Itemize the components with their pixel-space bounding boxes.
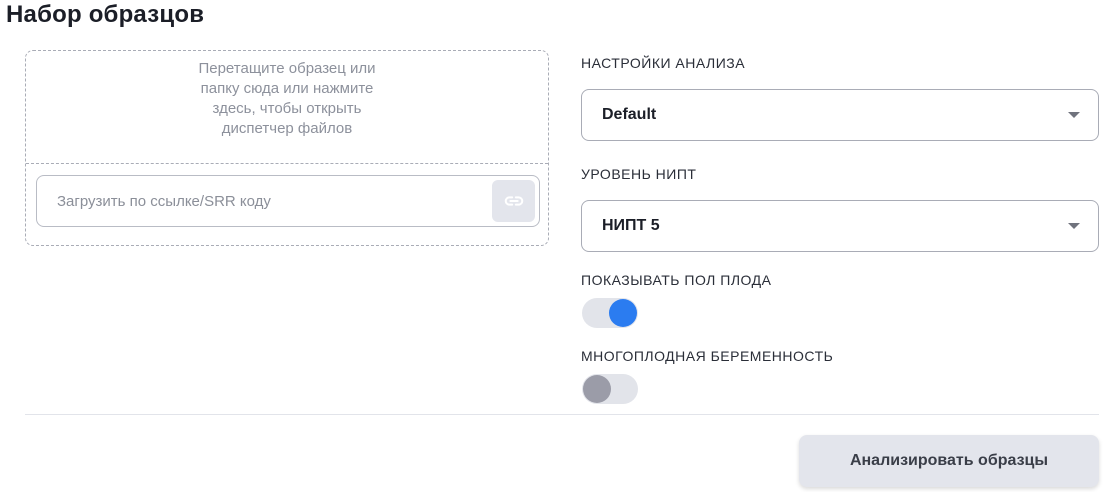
url-input[interactable] bbox=[37, 176, 477, 226]
dropzone-hint-area[interactable]: Перетащите образец или папку сюда или на… bbox=[26, 59, 548, 163]
toggle-knob bbox=[583, 375, 611, 403]
page-title: Набор образцов bbox=[6, 1, 205, 28]
file-dropzone[interactable]: Перетащите образец или папку сюда или на… bbox=[25, 50, 549, 246]
section-divider bbox=[25, 414, 1099, 415]
fetal-sex-label: ПОКАЗЫВАТЬ ПОЛ ПЛОДА bbox=[581, 272, 772, 288]
url-field bbox=[36, 175, 540, 227]
dropzone-hint-text: Перетащите образец или папку сюда или на… bbox=[198, 60, 376, 137]
toggle-knob bbox=[609, 299, 637, 327]
analysis-settings-label: НАСТРОЙКИ АНАЛИЗА bbox=[581, 55, 746, 71]
analysis-settings-select[interactable]: Default bbox=[581, 89, 1099, 141]
load-link-button[interactable] bbox=[492, 180, 535, 222]
nipt-level-select[interactable]: НИПТ 5 bbox=[581, 200, 1099, 252]
fetal-sex-toggle[interactable] bbox=[581, 297, 639, 329]
chevron-down-icon bbox=[1068, 112, 1080, 118]
analyze-samples-button[interactable]: Анализировать образцы bbox=[799, 435, 1099, 487]
nipt-level-value: НИПТ 5 bbox=[602, 217, 660, 234]
multiple-pregnancy-label: МНОГОПЛОДНАЯ БЕРЕМЕННОСТЬ bbox=[581, 348, 834, 364]
dropzone-divider bbox=[26, 163, 548, 164]
multiple-pregnancy-toggle[interactable] bbox=[581, 373, 639, 405]
analysis-settings-value: Default bbox=[602, 106, 657, 123]
nipt-level-label: УРОВЕНЬ НИПТ bbox=[581, 166, 697, 182]
chevron-down-icon bbox=[1068, 223, 1080, 229]
link-icon bbox=[504, 196, 523, 206]
